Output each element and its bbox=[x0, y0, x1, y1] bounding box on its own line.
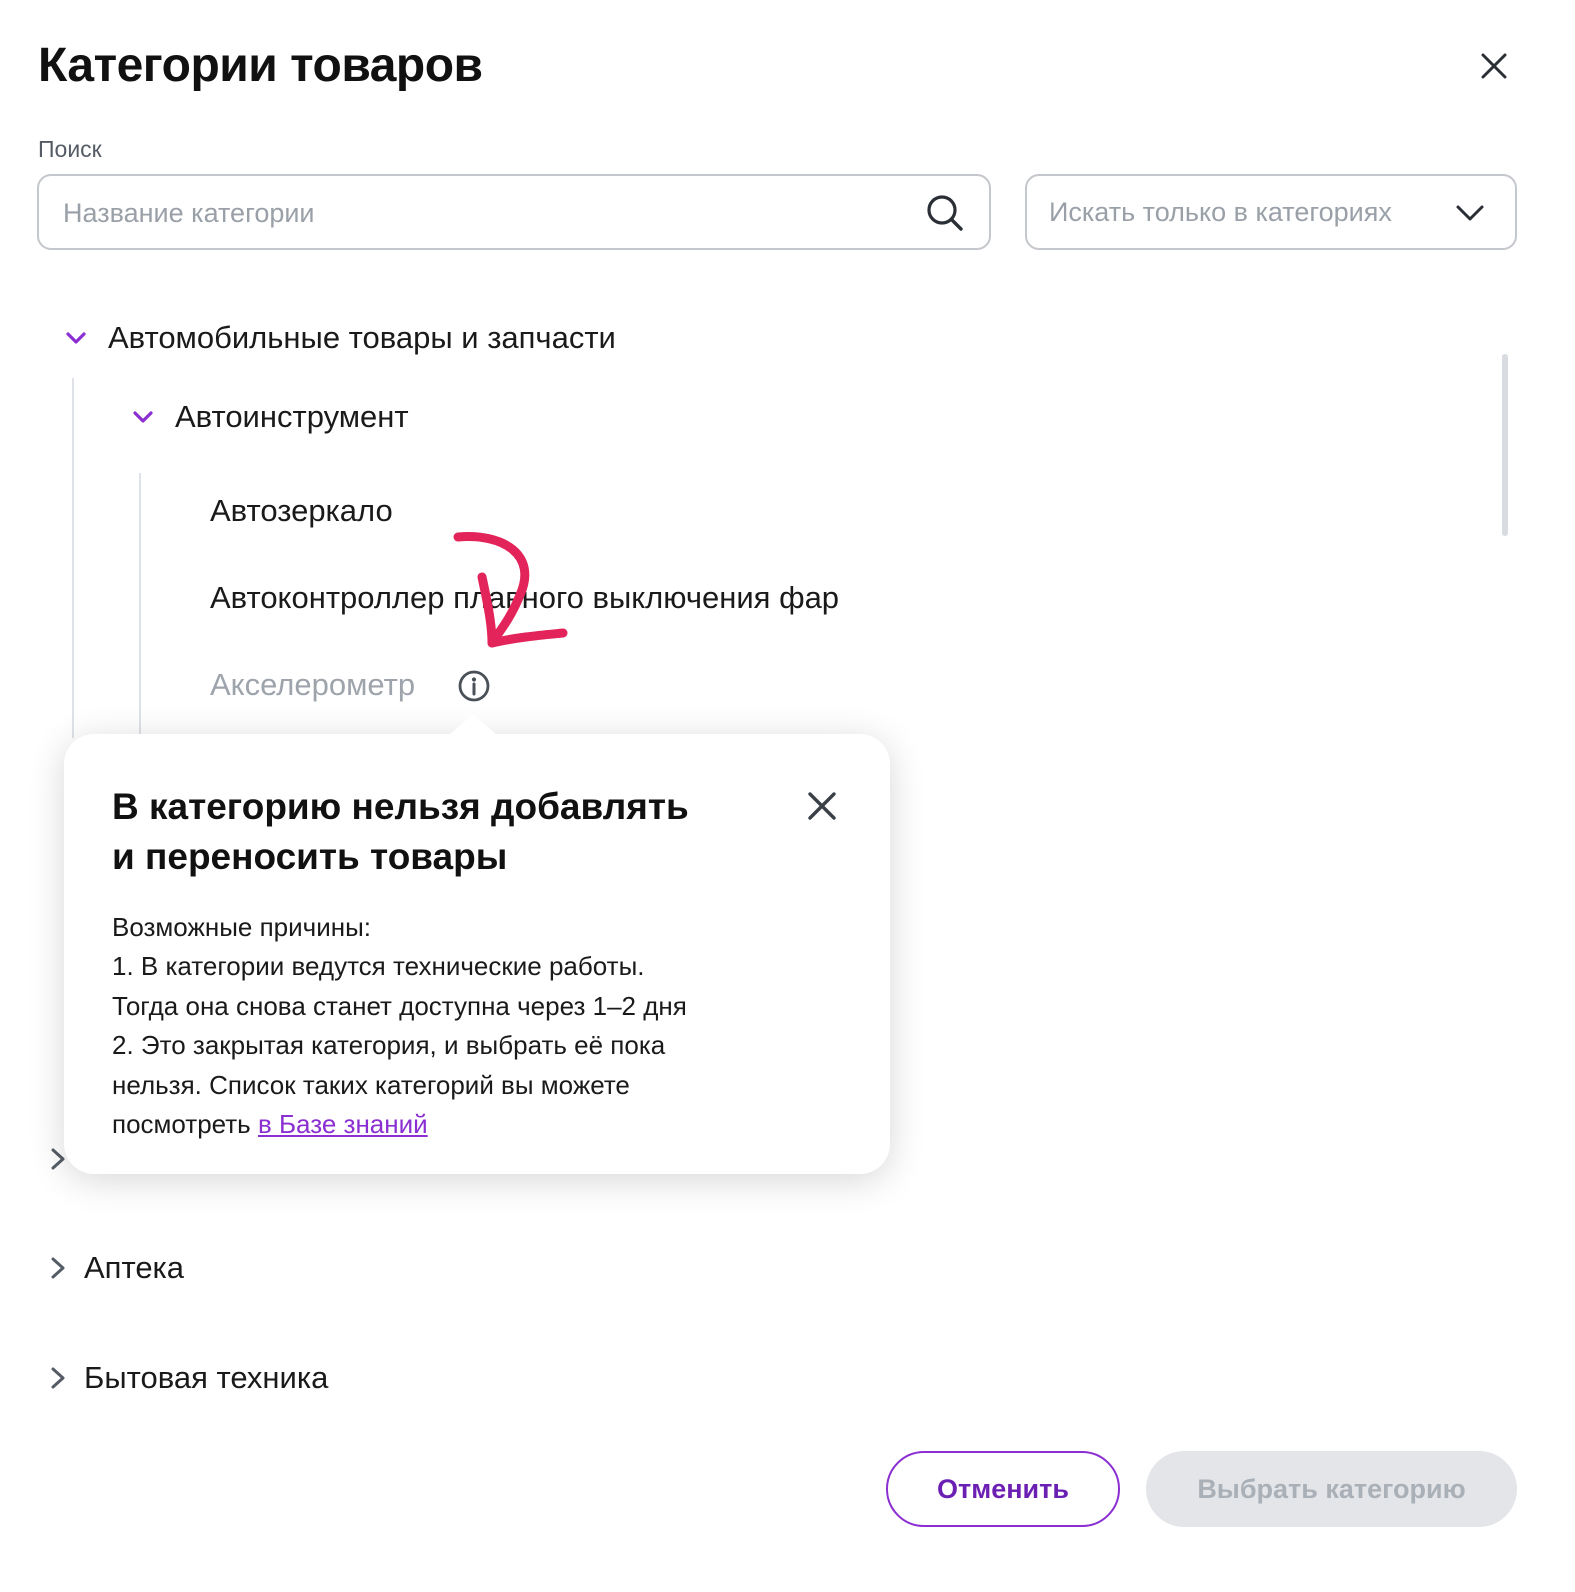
info-icon[interactable] bbox=[457, 669, 491, 703]
tooltip-text-line: 2. Это закрытая категория, и выбрать её … bbox=[112, 1030, 666, 1061]
tree-item-appliances[interactable]: Бытовая техника bbox=[46, 1358, 328, 1398]
tree-item-label: Акселерометр bbox=[210, 667, 416, 702]
tooltip-title: В категорию нельзя добавлять и переносит… bbox=[112, 782, 792, 882]
search-label: Поиск bbox=[38, 136, 102, 162]
close-icon bbox=[1481, 53, 1507, 79]
info-tooltip: В категорию нельзя добавлять и переносит… bbox=[64, 734, 890, 1174]
tooltip-text-line: Тогда она снова станет доступна через 1–… bbox=[112, 990, 687, 1021]
search-scope-value: Искать только в категориях bbox=[1049, 197, 1392, 227]
tree-leaf-headlight-controller[interactable]: Автоконтроллер плавного выключения фар bbox=[210, 578, 839, 618]
search-field bbox=[37, 174, 991, 250]
knowledge-base-link[interactable]: в Базе знаний bbox=[258, 1109, 428, 1139]
tooltip-body: Возможные причины: 1. В категории ведутс… bbox=[112, 908, 852, 1144]
tree-item-label: Автозеркало bbox=[210, 493, 393, 528]
search-input[interactable] bbox=[61, 176, 905, 250]
chevron-right-icon bbox=[51, 1367, 65, 1389]
tree-leaf-mirror[interactable]: Автозеркало bbox=[210, 491, 393, 531]
chevron-down-icon bbox=[133, 411, 153, 423]
tooltip-arrow bbox=[448, 714, 498, 736]
tree-item-label: Автоинструмент bbox=[175, 399, 409, 434]
tooltip-text-line: посмотреть в Базе знаний bbox=[112, 1105, 852, 1144]
modal-title: Категории товаров bbox=[38, 39, 483, 92]
tree-leaf-accelerometer: Акселерометр bbox=[210, 665, 415, 705]
tree-item-label: Аптека bbox=[84, 1250, 185, 1285]
cancel-button[interactable]: Отменить bbox=[886, 1451, 1120, 1527]
tree-item-label: Автомобильные товары и запчасти bbox=[108, 320, 616, 355]
tooltip-text-line: 1. В категории ведутся технические работ… bbox=[112, 951, 645, 982]
scrollbar[interactable] bbox=[1502, 354, 1508, 536]
tooltip-text-line: Возможные причины: bbox=[112, 912, 371, 942]
chevron-right-icon bbox=[51, 1257, 65, 1279]
tree-item-label: Автоконтроллер плавного выключения фар bbox=[210, 580, 840, 615]
search-scope-select[interactable]: Искать только в категориях bbox=[1025, 174, 1517, 250]
select-category-button[interactable]: Выбрать категорию bbox=[1146, 1451, 1517, 1527]
chevron-down-icon bbox=[66, 332, 86, 344]
tree-guide-line bbox=[139, 473, 141, 738]
search-icon[interactable] bbox=[925, 193, 965, 233]
tree-item-label: Бытовая техника bbox=[84, 1360, 329, 1395]
tree-guide-line bbox=[72, 378, 74, 738]
tooltip-title-line: В категорию нельзя добавлять bbox=[112, 786, 689, 827]
tooltip-text-prefix: посмотреть bbox=[112, 1109, 258, 1140]
tree-item-auto-goods[interactable]: Автомобильные товары и запчасти bbox=[62, 318, 616, 358]
tooltip-title-line: и переносить товары bbox=[112, 836, 508, 877]
close-modal-button[interactable] bbox=[1470, 42, 1518, 90]
tree-item-pharmacy[interactable]: Аптека bbox=[46, 1248, 184, 1288]
close-icon[interactable] bbox=[802, 786, 842, 826]
tooltip-text-line: нельзя. Список таких категорий вы можете bbox=[112, 1069, 630, 1100]
tree-item-auto-tools[interactable]: Автоинструмент bbox=[129, 397, 409, 437]
chevron-down-icon bbox=[1456, 205, 1484, 221]
